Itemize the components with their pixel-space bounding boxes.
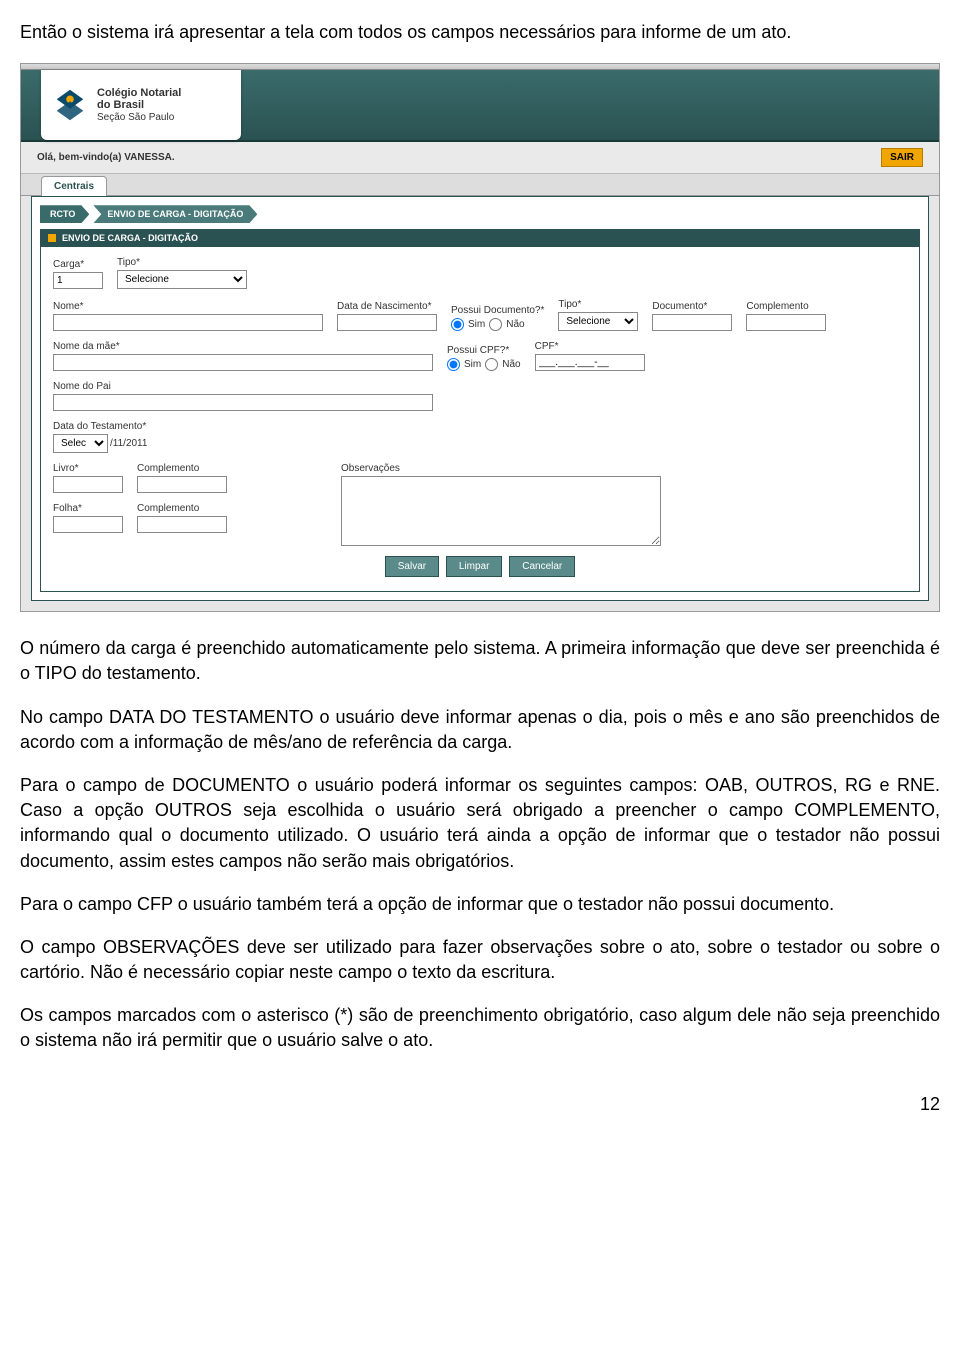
cancelar-button[interactable]: Cancelar bbox=[509, 556, 575, 577]
app-screenshot: Colégio Notarial do Brasil Seção São Pau… bbox=[20, 63, 940, 612]
carga-input[interactable] bbox=[53, 272, 103, 289]
label-data-testamento: Data do Testamento* bbox=[53, 421, 147, 432]
label-nome: Nome* bbox=[53, 301, 323, 312]
tab-row: Centrais bbox=[21, 174, 939, 196]
possui-doc-nao-radio[interactable] bbox=[489, 318, 502, 331]
possui-cpf-radio-group: Sim Não bbox=[447, 358, 521, 371]
breadcrumb: RCTO ENVIO DE CARGA - DIGITAÇÃO bbox=[40, 205, 920, 223]
panel-title: ENVIO DE CARGA - DIGITAÇÃO bbox=[62, 233, 198, 243]
possui-doc-radio-group: Sim Não bbox=[451, 318, 544, 331]
button-row: Salvar Limpar Cancelar bbox=[53, 556, 907, 577]
paragraph-4: Para o campo CFP o usuário também terá a… bbox=[20, 892, 940, 917]
logo-icon bbox=[51, 86, 89, 124]
tipo-select[interactable]: Selecione bbox=[117, 270, 247, 289]
label-documento: Documento* bbox=[652, 301, 732, 312]
observacoes-textarea[interactable] bbox=[341, 476, 661, 546]
panel-marker-icon bbox=[48, 234, 56, 242]
logo-line1: Colégio Notarial bbox=[97, 87, 181, 99]
data-nascimento-input[interactable] bbox=[337, 314, 437, 331]
radio-label-sim: Sim bbox=[468, 319, 485, 330]
label-nome-mae: Nome da mãe* bbox=[53, 341, 433, 352]
possui-cpf-sim-radio[interactable] bbox=[447, 358, 460, 371]
logo-text: Colégio Notarial do Brasil Seção São Pau… bbox=[97, 87, 181, 124]
cpf-input[interactable] bbox=[535, 354, 645, 371]
paragraph-5: O campo OBSERVAÇÕES deve ser utilizado p… bbox=[20, 935, 940, 985]
limpar-button[interactable]: Limpar bbox=[446, 556, 503, 577]
livro-input[interactable] bbox=[53, 476, 123, 493]
salvar-button[interactable]: Salvar bbox=[385, 556, 439, 577]
complemento-livro-input[interactable] bbox=[137, 476, 227, 493]
nome-pai-input[interactable] bbox=[53, 394, 433, 411]
possui-cpf-nao-radio[interactable] bbox=[485, 358, 498, 371]
logo-line2: do Brasil bbox=[97, 99, 144, 111]
complemento-folha-input[interactable] bbox=[137, 516, 227, 533]
label-doc-tipo: Tipo* bbox=[558, 299, 638, 310]
app-header: Colégio Notarial do Brasil Seção São Pau… bbox=[21, 70, 939, 142]
logo-line3: Seção São Paulo bbox=[97, 112, 174, 123]
breadcrumb-envio[interactable]: ENVIO DE CARGA - DIGITAÇÃO bbox=[93, 205, 257, 223]
welcome-text: Olá, bem-vindo(a) VANESSA. bbox=[37, 152, 175, 163]
label-folha: Folha* bbox=[53, 503, 123, 514]
label-cpf: CPF* bbox=[535, 341, 645, 352]
form-panel: Carga* Tipo* Selecione Nome* Data de Nas… bbox=[40, 247, 920, 592]
tab-centrais[interactable]: Centrais bbox=[41, 176, 107, 196]
intro-text: Então o sistema irá apresentar a tela co… bbox=[20, 20, 940, 45]
label-complemento-doc: Complemento bbox=[746, 301, 826, 312]
data-testamento-fixed: /11/2011 bbox=[110, 438, 147, 449]
radio-label-nao: Não bbox=[506, 319, 524, 330]
panel-header: ENVIO DE CARGA - DIGITAÇÃO bbox=[40, 229, 920, 247]
label-possui-cpf: Possui CPF?* bbox=[447, 345, 521, 356]
label-carga: Carga* bbox=[53, 259, 103, 270]
logo-tab: Colégio Notarial do Brasil Seção São Pau… bbox=[41, 70, 241, 140]
nome-mae-input[interactable] bbox=[53, 354, 433, 371]
documento-input[interactable] bbox=[652, 314, 732, 331]
complemento-doc-input[interactable] bbox=[746, 314, 826, 331]
label-data-nasc: Data de Nascimento* bbox=[337, 301, 437, 312]
breadcrumb-rcto[interactable]: RCTO bbox=[40, 205, 89, 223]
label-tipo: Tipo* bbox=[117, 257, 247, 268]
welcome-bar: Olá, bem-vindo(a) VANESSA. SAIR bbox=[21, 142, 939, 174]
label-complemento-livro: Complemento bbox=[137, 463, 227, 474]
paragraph-2: No campo DATA DO TESTAMENTO o usuário de… bbox=[20, 705, 940, 755]
data-testamento-dia-select[interactable]: Selec bbox=[53, 434, 108, 453]
label-observacoes: Observações bbox=[341, 463, 661, 474]
nome-input[interactable] bbox=[53, 314, 323, 331]
label-complemento-folha: Complemento bbox=[137, 503, 227, 514]
logout-button[interactable]: SAIR bbox=[881, 148, 923, 167]
page-number: 12 bbox=[20, 1094, 940, 1115]
label-possui-doc: Possui Documento?* bbox=[451, 305, 544, 316]
label-livro: Livro* bbox=[53, 463, 123, 474]
paragraph-1: O número da carga é preenchido automatic… bbox=[20, 636, 940, 686]
paragraph-6: Os campos marcados com o asterisco (*) s… bbox=[20, 1003, 940, 1053]
radio-label-nao-2: Não bbox=[502, 359, 520, 370]
paragraph-3: Para o campo de DOCUMENTO o usuário pode… bbox=[20, 773, 940, 874]
doc-tipo-select[interactable]: Selecione bbox=[558, 312, 638, 331]
possui-doc-sim-radio[interactable] bbox=[451, 318, 464, 331]
content-area: RCTO ENVIO DE CARGA - DIGITAÇÃO ENVIO DE… bbox=[31, 196, 929, 601]
label-nome-pai: Nome do Pai bbox=[53, 381, 433, 392]
folha-input[interactable] bbox=[53, 516, 123, 533]
radio-label-sim-2: Sim bbox=[464, 359, 481, 370]
